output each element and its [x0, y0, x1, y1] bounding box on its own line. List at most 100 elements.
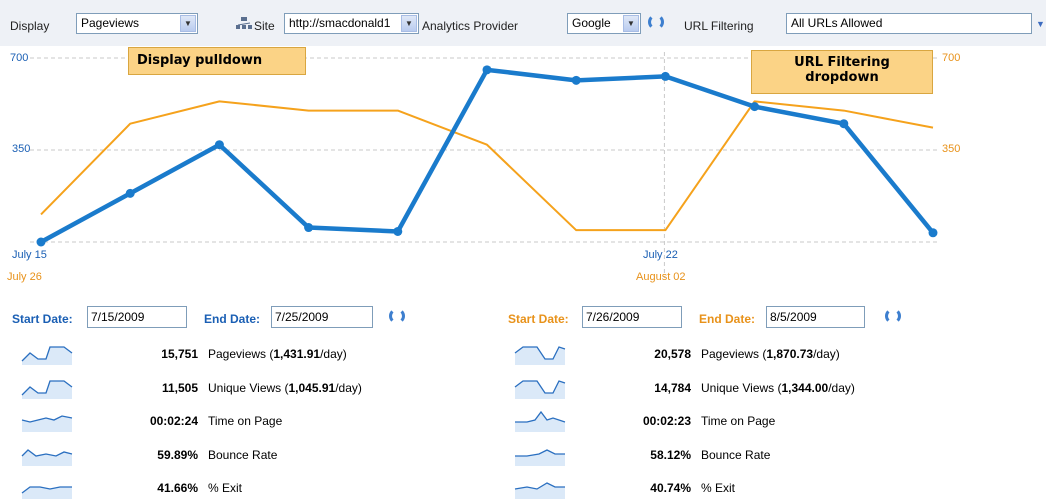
- site-select[interactable]: http://smacdonald1 ▼: [284, 13, 419, 34]
- x-label-primary-1: July 15: [12, 249, 47, 261]
- series-point-4: [393, 226, 403, 236]
- dropdown-arrow-icon: ▼: [401, 15, 417, 32]
- metric-label: % Exit: [701, 481, 736, 495]
- metric-row: 00:02:23 Time on Page: [513, 408, 913, 434]
- display-pulldown-callout: Display pulldown: [128, 47, 306, 75]
- metric-label: Pageviews (1,870.73/day): [701, 347, 840, 361]
- metric-value: 40.74%: [650, 481, 691, 495]
- refresh-icon[interactable]: [885, 308, 901, 324]
- metric-per-day: 1,870.73: [766, 347, 814, 361]
- url-filtering-callout-line2: dropdown: [805, 70, 879, 85]
- metric-value: 59.89%: [157, 447, 198, 462]
- sparkline-icon: [515, 448, 565, 466]
- metric-label: Bounce Rate: [701, 447, 771, 462]
- metric-row: 00:02:24 Time on Page: [20, 408, 420, 434]
- metric-row: 40.74% % Exit: [513, 475, 913, 499]
- x-label-secondary-2: August 02: [636, 271, 686, 283]
- display-select[interactable]: Pageviews ▼: [76, 13, 198, 34]
- right-start-date-input[interactable]: 7/26/2009: [582, 306, 682, 328]
- y-tick-right-700: 700: [942, 52, 961, 64]
- series-point-2: [214, 140, 224, 150]
- metric-value: 20,578: [654, 347, 691, 361]
- url-filtering-value: All URLs Allowed: [791, 16, 883, 30]
- dropdown-arrow-icon: ▼: [623, 15, 639, 32]
- metric-label: Unique Views (1,045.91/day): [208, 380, 362, 395]
- metric-value: 00:02:23: [642, 414, 691, 428]
- right-start-date-label: Start Date:: [508, 312, 569, 326]
- series-point-8: [750, 102, 760, 112]
- x-label-secondary-1: July 26: [7, 271, 42, 283]
- y-tick-left-350: 350: [12, 143, 31, 155]
- y-tick-right-350: 350: [942, 143, 961, 155]
- sparkline-icon: [515, 410, 566, 432]
- metric-label: Time on Page: [208, 414, 283, 428]
- metric-label: Bounce Rate: [208, 447, 278, 462]
- metric-row: 14,784 Unique Views (1,344.00/day): [513, 375, 913, 401]
- metric-row: 20,578 Pageviews (1,870.73/day): [513, 341, 913, 367]
- metric-per-day: 1,431.91: [273, 347, 321, 361]
- right-end-date-label: End Date:: [699, 312, 756, 326]
- metric-row: 59.89% Bounce Rate: [20, 442, 420, 468]
- url-filtering-select[interactable]: All URLs Allowed: [786, 13, 1032, 34]
- metric-label: % Exit: [208, 481, 243, 495]
- sparkline-icon: [514, 482, 565, 499]
- metric-value: 41.66%: [157, 481, 198, 495]
- metric-per-day: 1,045.91: [288, 380, 336, 395]
- series-point-9: [839, 119, 849, 129]
- series-point-10: [928, 228, 938, 238]
- display-pulldown-callout-text: Display pulldown: [137, 53, 263, 68]
- series-point-5: [482, 65, 492, 75]
- series-line-0: [39, 67, 935, 244]
- metric-row: 11,505 Unique Views (1,045.91/day): [20, 375, 420, 401]
- sparkline-area: [515, 483, 565, 499]
- metric-row: 15,751 Pageviews (1,431.91/day): [20, 341, 420, 367]
- series-point-7: [660, 71, 670, 81]
- metric-value: 11,505: [161, 380, 198, 395]
- y-tick-left-700: 700: [10, 52, 29, 64]
- site-icon: [236, 17, 252, 29]
- metric-per-day: 1,344.00: [781, 380, 829, 395]
- refresh-icon[interactable]: [389, 308, 405, 324]
- series-point-1: [125, 188, 135, 198]
- analytics-provider-select[interactable]: Google ▼: [567, 13, 641, 34]
- metric-label: Time on Page: [701, 414, 776, 428]
- dropdown-arrow-icon[interactable]: ▼: [1036, 19, 1045, 29]
- metric-value: 58.12%: [650, 447, 691, 462]
- left-end-date-input[interactable]: 7/25/2009: [271, 306, 373, 328]
- display-label: Display: [10, 19, 50, 33]
- site-label: Site: [254, 19, 275, 33]
- right-end-date-input[interactable]: 8/5/2009: [766, 306, 865, 328]
- sparkline-icon: [21, 346, 73, 365]
- sparkline-icon: [21, 486, 72, 499]
- series-point-3: [304, 223, 314, 233]
- metric-label: Pageviews (1,431.91/day): [208, 347, 347, 361]
- series-point-6: [571, 75, 581, 85]
- metric-value: 00:02:24: [149, 414, 198, 428]
- metric-value: 15,751: [161, 347, 198, 361]
- sparkline-icon: [21, 448, 73, 466]
- left-end-date-label: End Date:: [204, 312, 261, 326]
- url-filtering-callout-line1: URL Filtering: [794, 55, 890, 70]
- x-label-primary-2: July 22: [643, 249, 678, 261]
- metric-value: 14,784: [654, 380, 691, 395]
- left-date-range: Start Date: 7/15/2009 End Date: 7/25/200…: [0, 306, 420, 330]
- sparkline-icon: [514, 379, 566, 399]
- url-filtering-label: URL Filtering: [684, 19, 754, 33]
- left-start-date-input[interactable]: 7/15/2009: [87, 306, 187, 328]
- analytics-provider-value: Google: [572, 16, 611, 30]
- sparkline-icon: [21, 379, 73, 399]
- sparkline-icon: [21, 415, 73, 432]
- refresh-icon[interactable]: [648, 14, 664, 30]
- analytics-provider-label: Analytics Provider: [422, 19, 519, 33]
- series-line-1: [40, 100, 934, 232]
- url-filtering-callout: URL Filtering dropdown: [751, 50, 933, 94]
- left-start-date-label: Start Date:: [12, 312, 73, 326]
- display-select-value: Pageviews: [81, 16, 140, 30]
- dropdown-arrow-icon: ▼: [180, 15, 196, 32]
- site-select-value: http://smacdonald1: [289, 16, 391, 30]
- metric-label: Unique Views (1,344.00/day): [701, 380, 855, 395]
- series-point-0: [36, 237, 46, 247]
- metric-row: 58.12% Bounce Rate: [513, 442, 913, 468]
- sparkline-area: [515, 449, 565, 466]
- toolbar: Display Pageviews ▼ Site http://smacdona…: [0, 0, 1046, 46]
